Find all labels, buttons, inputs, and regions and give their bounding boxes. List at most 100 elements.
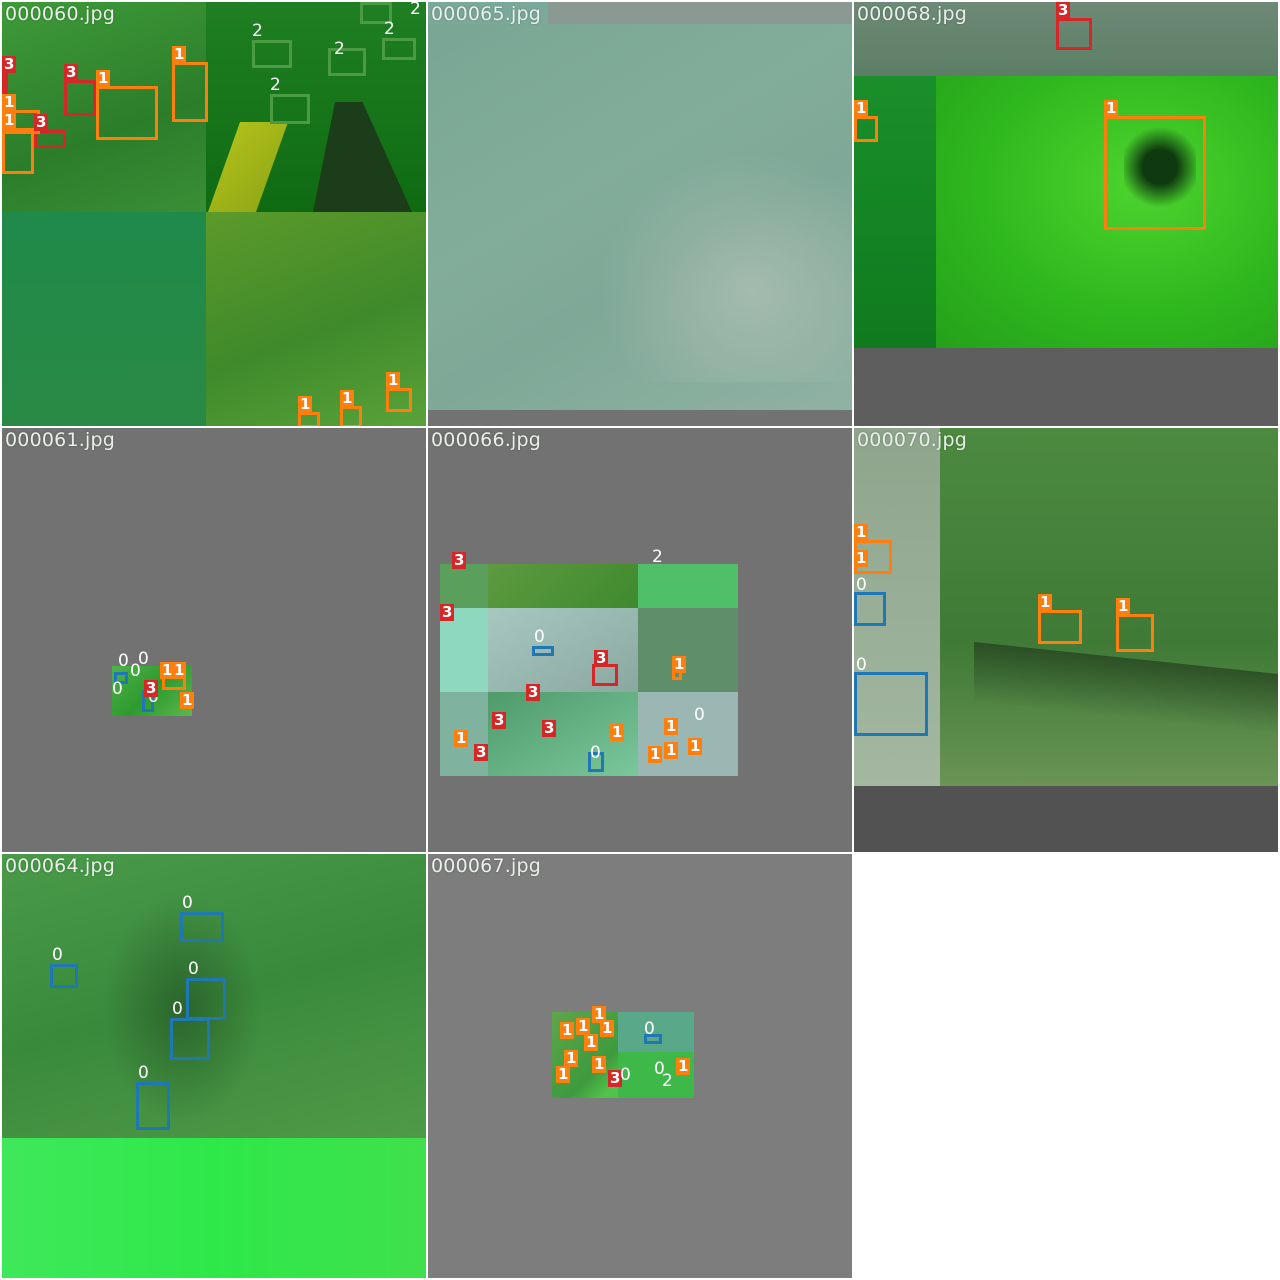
- class-tag-3: 3: [594, 649, 609, 667]
- class-tag-0: 0: [188, 959, 199, 979]
- class-tag-1: 1: [854, 549, 869, 567]
- tile-000060: 3 3 3 1 1 1 1 2 2 2 2 2 1 1 1 000060.jpg: [2, 2, 426, 426]
- class-tag-1: 1: [454, 729, 469, 747]
- class-tag-0: 0: [118, 651, 129, 671]
- class-tag-2: 2: [384, 19, 395, 39]
- class-tag-0: 0: [694, 705, 705, 725]
- tile-000064: 0 0 0 0 0 000064.jpg: [2, 854, 426, 1278]
- class-tag-1: 1: [1116, 597, 1131, 615]
- class-tag-1: 1: [340, 389, 355, 407]
- class-tag-1: 1: [172, 661, 187, 679]
- class-tag-2: 2: [410, 2, 421, 19]
- detection-box-class1: [96, 86, 158, 140]
- top-strip-region: [548, 2, 852, 24]
- detection-box-class1: [1116, 614, 1154, 652]
- class-tag-0: 0: [52, 945, 63, 965]
- class-tag-1: 1: [180, 691, 195, 709]
- tile-000070: 1 1 1 1 0 0 000070.jpg: [854, 428, 1278, 852]
- class-tag-3: 3: [64, 63, 79, 81]
- detection-box-class1: [1104, 116, 1206, 230]
- class-tag-1: 1: [610, 723, 625, 741]
- class-tag-0: 0: [138, 1063, 149, 1083]
- tile-000067: 1 1 1 1 1 1 1 1 3 0 0 0 2 1 000067.jpg: [428, 854, 852, 1278]
- detection-box-class0: [186, 978, 226, 1020]
- detection-box-class2: [252, 40, 292, 68]
- tile-filename: 000065.jpg: [431, 3, 541, 25]
- class-tag-0: 0: [856, 575, 867, 595]
- padding-region: [854, 348, 1278, 426]
- detection-box-class0: [50, 964, 78, 988]
- tile-000061: 0 0 0 0 0 1 1 1 3 000061.jpg: [2, 428, 426, 852]
- class-tag-3: 3: [542, 719, 557, 737]
- detection-box-class3: [64, 80, 96, 116]
- tile-filename: 000061.jpg: [5, 429, 115, 451]
- class-tag-1: 1: [688, 737, 703, 755]
- tile-filename: 000070.jpg: [857, 429, 967, 451]
- class-tag-3: 3: [2, 55, 17, 73]
- murky-water-region: [2, 212, 206, 426]
- class-tag-0: 0: [112, 679, 123, 699]
- detection-box-class0: [854, 672, 928, 736]
- class-tag-1: 1: [672, 655, 687, 673]
- class-tag-2: 2: [252, 21, 263, 41]
- detection-box-class0: [532, 646, 554, 656]
- class-tag-0: 0: [130, 661, 141, 681]
- class-tag-3: 3: [1056, 2, 1071, 19]
- tile-000065: 000065.jpg: [428, 2, 852, 426]
- class-tag-1: 1: [1104, 99, 1119, 117]
- class-tag-0: 0: [182, 893, 193, 913]
- class-tag-1: 1: [96, 69, 111, 87]
- detection-box-class1: [298, 412, 320, 426]
- class-tag-0: 0: [172, 999, 183, 1019]
- detection-box-class0: [136, 1082, 170, 1130]
- detection-box-class2: [270, 94, 310, 124]
- class-tag-1: 1: [664, 741, 679, 759]
- class-tag-1: 1: [676, 1057, 691, 1075]
- detection-box-class0: [170, 1018, 210, 1060]
- seabed-region: [940, 428, 1278, 786]
- class-tag-3: 3: [440, 603, 455, 621]
- detection-box-class1: [340, 406, 362, 426]
- class-tag-3: 3: [526, 683, 541, 701]
- class-tag-0: 0: [620, 1065, 631, 1085]
- rock-region: [598, 152, 852, 382]
- class-tag-3: 3: [144, 679, 159, 697]
- tile-filename: 000067.jpg: [431, 855, 541, 877]
- class-tag-1: 1: [584, 1033, 599, 1051]
- detection-box-class0: [180, 912, 224, 942]
- detection-box-class1: [386, 388, 412, 412]
- class-tag-1: 1: [560, 1021, 575, 1039]
- class-tag-1: 1: [2, 93, 17, 111]
- class-tag-1: 1: [2, 111, 17, 129]
- detection-box-class0: [854, 592, 886, 626]
- detection-box-class3: [1056, 18, 1092, 50]
- class-tag-0: 0: [590, 743, 601, 763]
- tile-filename: 000068.jpg: [857, 3, 967, 25]
- class-tag-3: 3: [474, 743, 489, 761]
- class-tag-1: 1: [298, 395, 313, 413]
- class-tag-2: 2: [652, 547, 663, 567]
- class-tag-1: 1: [386, 371, 401, 389]
- class-tag-1: 1: [854, 523, 869, 541]
- detection-box-class3: [592, 664, 618, 686]
- class-tag-0: 0: [534, 627, 545, 647]
- class-tag-1: 1: [592, 1055, 607, 1073]
- class-tag-2: 2: [334, 39, 345, 59]
- class-tag-2: 2: [662, 1071, 673, 1091]
- class-tag-3: 3: [492, 711, 507, 729]
- class-tag-1: 1: [556, 1065, 571, 1083]
- tile-000066: 3 3 2 0 3 1 3 3 3 1 3 0 1 0 1 1 1 1 0000…: [428, 428, 852, 852]
- detection-box-class1: [172, 62, 208, 122]
- detection-box-class1: [854, 116, 878, 142]
- image-grid: 3 3 3 1 1 1 1 2 2 2 2 2 1 1 1 000060.jpg: [0, 0, 1280, 1280]
- class-tag-1: 1: [648, 745, 663, 763]
- tile-filename: 000066.jpg: [431, 429, 541, 451]
- class-tag-1: 1: [854, 99, 869, 117]
- padding-region: [428, 410, 852, 426]
- detection-box-class1: [2, 128, 34, 174]
- class-tag-3: 3: [34, 113, 49, 131]
- detection-box-class2: [382, 38, 416, 60]
- class-tag-1: 1: [600, 1019, 615, 1037]
- bright-green-region: [2, 1138, 426, 1278]
- class-tag-1: 1: [1038, 593, 1053, 611]
